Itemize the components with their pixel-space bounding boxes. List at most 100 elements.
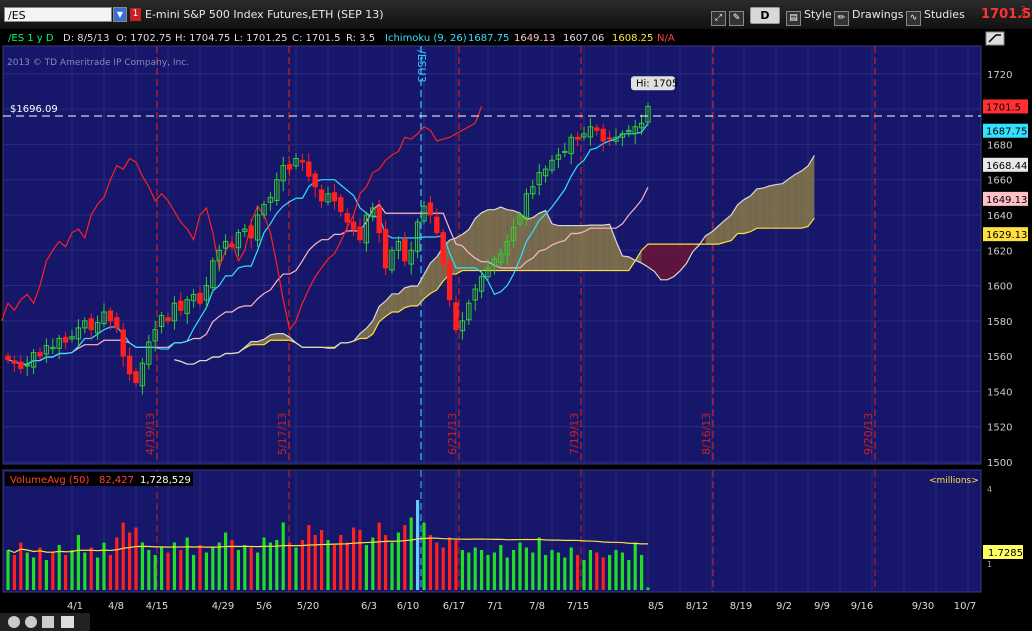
volume-bar <box>422 522 426 590</box>
symbol-input[interactable]: /ES <box>4 7 112 22</box>
cloud-segment <box>801 166 808 229</box>
volume-bar <box>275 540 279 590</box>
volume-bar <box>633 542 637 590</box>
header-high: H: 1704.75 <box>175 33 230 44</box>
volume-tick-label: 1 <box>987 560 992 569</box>
high-bubble-label: Hi: 1705 <box>636 78 678 89</box>
volume-bar <box>140 542 144 590</box>
volume-bar <box>89 547 93 590</box>
cloud-segment <box>526 217 533 271</box>
tools-button[interactable]: ✎ <box>729 6 747 26</box>
volume-bar <box>428 535 432 590</box>
high-bubble: Hi: 1705 <box>631 76 678 91</box>
x-tick-label: 7/1 <box>487 601 503 612</box>
style-button[interactable]: ▤ Style <box>786 6 832 26</box>
volume-bar <box>339 535 343 590</box>
copyright-text: 2013 © TD Ameritrade IP Company, Inc. <box>7 58 189 68</box>
volume-bar <box>505 557 509 590</box>
cloud-segment <box>603 224 610 271</box>
volume-bar <box>217 542 221 590</box>
volume-bar <box>64 555 68 590</box>
ichimoku-tenkan: 1687.75 <box>468 33 509 44</box>
volume-bar <box>121 522 125 590</box>
candle-body <box>107 310 114 322</box>
volume-bar <box>12 555 16 590</box>
cloud-segment <box>667 244 674 280</box>
x-tick-label: 9/9 <box>814 601 830 612</box>
ichimoku-span-b: 1608.25 <box>612 33 653 44</box>
candle-body <box>229 244 235 248</box>
volume-bar <box>531 552 535 590</box>
volume-bar <box>524 547 528 590</box>
candle-body <box>382 228 389 269</box>
y-tick-label: 1660 <box>987 176 1012 187</box>
volume-bar <box>473 547 477 590</box>
candle-body <box>5 355 11 361</box>
volume-bar <box>595 552 599 590</box>
volume-bar <box>243 545 247 590</box>
studies-button[interactable]: ∿ Studies <box>906 6 965 26</box>
cloud-segment <box>494 207 501 271</box>
price-chart[interactable]: 4/19/13 5/17/13 6/21/13 7/19/13 8/16/13 9/20/… <box>0 29 1032 631</box>
cloud-segment <box>776 183 783 229</box>
header-bar: /ES 1 y D D: 8/5/13 O: 1702.75 H: 1704.7… <box>4 30 683 44</box>
candle-body <box>574 136 581 140</box>
candle-body <box>114 317 120 329</box>
volume-bar <box>326 540 330 590</box>
volume-bar <box>268 542 272 590</box>
price-badge-label: 1649.13 <box>986 195 1027 206</box>
y-tick-label: 1680 <box>987 140 1012 151</box>
style-label: Style <box>804 8 832 21</box>
pan-icon[interactable] <box>42 616 54 628</box>
header-symbol: /ES 1 y D <box>8 33 54 44</box>
symbol-description: E-mini S&P 500 Index Futures,ETH (SEP 13… <box>145 8 384 21</box>
volume-bar <box>352 527 356 590</box>
x-tick-label: 8/12 <box>686 601 708 612</box>
candle-body <box>318 189 325 202</box>
candle-body <box>88 318 94 331</box>
x-tick-label: 4/1 <box>67 601 83 612</box>
price-type-icon[interactable] <box>61 616 74 628</box>
zoom-in-icon[interactable] <box>8 616 20 628</box>
volume-bar <box>620 552 624 590</box>
x-tick-label: 8/5 <box>648 601 664 612</box>
volume-bar <box>134 527 138 590</box>
volume-bar <box>345 542 349 590</box>
bottom-toolbar <box>0 613 90 631</box>
candle-body <box>338 197 344 212</box>
candle-body <box>434 216 440 234</box>
cloud-segment <box>552 223 559 271</box>
change-indicator: 20 <box>1021 5 1026 20</box>
cloud-segment <box>392 293 399 313</box>
volume-bar <box>492 552 496 590</box>
price-badge-label: 1687.75 <box>986 127 1027 138</box>
volume-bar <box>499 545 503 590</box>
symbol-dropdown-button[interactable]: ▼ <box>113 7 127 22</box>
expand-button[interactable]: ⤢ <box>711 6 729 26</box>
volume-bar <box>108 555 112 590</box>
aggregation-button[interactable]: D <box>750 7 780 24</box>
volume-bar <box>563 557 567 590</box>
ichimoku-kijun: 1649.13 <box>514 33 555 44</box>
cloud-segment <box>558 225 565 271</box>
chart-settings-button[interactable] <box>985 31 1005 46</box>
volume-bar <box>550 550 554 590</box>
cloud-segment <box>788 174 796 229</box>
volume-bar <box>409 517 413 590</box>
volume-bar <box>307 525 311 590</box>
y-tick-label: 1540 <box>987 387 1012 398</box>
cloud-segment <box>769 184 776 229</box>
x-tick-label: 4/29 <box>212 601 234 612</box>
volume-bar <box>185 537 189 590</box>
candle-body <box>178 300 184 311</box>
expand-icon: ⤢ <box>711 11 726 26</box>
drawings-button[interactable]: ✏ Drawings <box>834 6 903 26</box>
volume-bar <box>230 540 234 590</box>
candle-body <box>600 128 606 142</box>
volume-bar <box>454 540 458 590</box>
volume-bar <box>614 550 618 590</box>
volume-bar <box>192 555 196 590</box>
volume-bar <box>76 535 80 590</box>
link-flag[interactable]: 1 <box>130 8 141 21</box>
zoom-out-icon[interactable] <box>25 616 37 628</box>
